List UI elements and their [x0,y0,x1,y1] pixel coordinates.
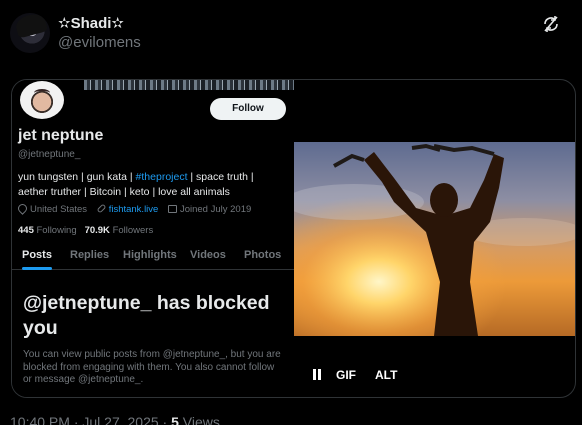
media-card[interactable]: Follow jet neptune @jetneptune_ yun tung… [11,79,576,398]
views-count: 5 [171,414,179,425]
post-footer: 10:40 PM · Jul 27, 2025 · 5 Views [10,414,220,425]
profile-bio: yun tungsten | gun kata | #theproject | … [18,170,286,200]
blocked-title: @jetneptune_ has blocked you [23,292,270,339]
display-name[interactable]: ✫Shadi✫ [58,14,124,32]
gif-controls: GIF ALT [294,364,575,388]
avatar[interactable] [10,13,50,53]
bio-text-start: yun tungsten | gun kata | [18,171,136,183]
profile-screenshot: Follow jet neptune @jetneptune_ yun tung… [12,80,294,397]
pause-icon[interactable] [312,369,322,380]
followers-label: Followers [112,225,154,236]
post-header: ✫Shadi✫ @evilomens [10,13,570,55]
alt-button[interactable]: ALT [375,368,397,382]
calendar-icon [167,205,177,213]
following-count: 445 [18,225,34,236]
following-label: Following [36,225,77,236]
bio-hashtag: #theproject [135,171,188,183]
profile-stats: 445 Following 70.9K Followers [18,225,153,236]
active-tab-indicator [22,267,52,270]
follow-button: Follow [210,98,286,120]
views-label: Views [182,414,220,425]
profile-location: United States [30,204,88,215]
gif-media[interactable] [294,142,575,336]
tab-videos: Videos [190,249,226,261]
gif-label: GIF [336,368,356,382]
profile-avatar [17,80,67,122]
profile-joined: Joined July 2019 [179,204,252,215]
tab-photos: Photos [244,249,282,261]
sync-slash-icon[interactable] [542,15,560,33]
followers-count: 70.9K [84,225,110,236]
link-icon [96,203,107,214]
profile-handle: @jetneptune_ [18,149,81,160]
tab-highlights: Highlights [123,249,177,261]
post-timestamp[interactable]: 10:40 PM · Jul 27, 2025 [10,414,159,425]
profile-name: jet neptune [18,127,104,144]
gif-image [294,142,575,336]
profile-banner [84,80,294,90]
location-pin-icon [16,202,29,215]
tab-replies: Replies [70,249,110,261]
profile-website: fishtank.live [108,204,159,215]
user-handle[interactable]: @evilomens [58,34,141,51]
profile-meta: United States fishtank.live Joined July … [16,202,258,215]
profile-tabs: Posts Replies Highlights Videos Photos [12,240,294,270]
tab-posts: Posts [22,249,52,261]
blocked-text: You can view public posts from @jetneptu… [23,349,281,385]
